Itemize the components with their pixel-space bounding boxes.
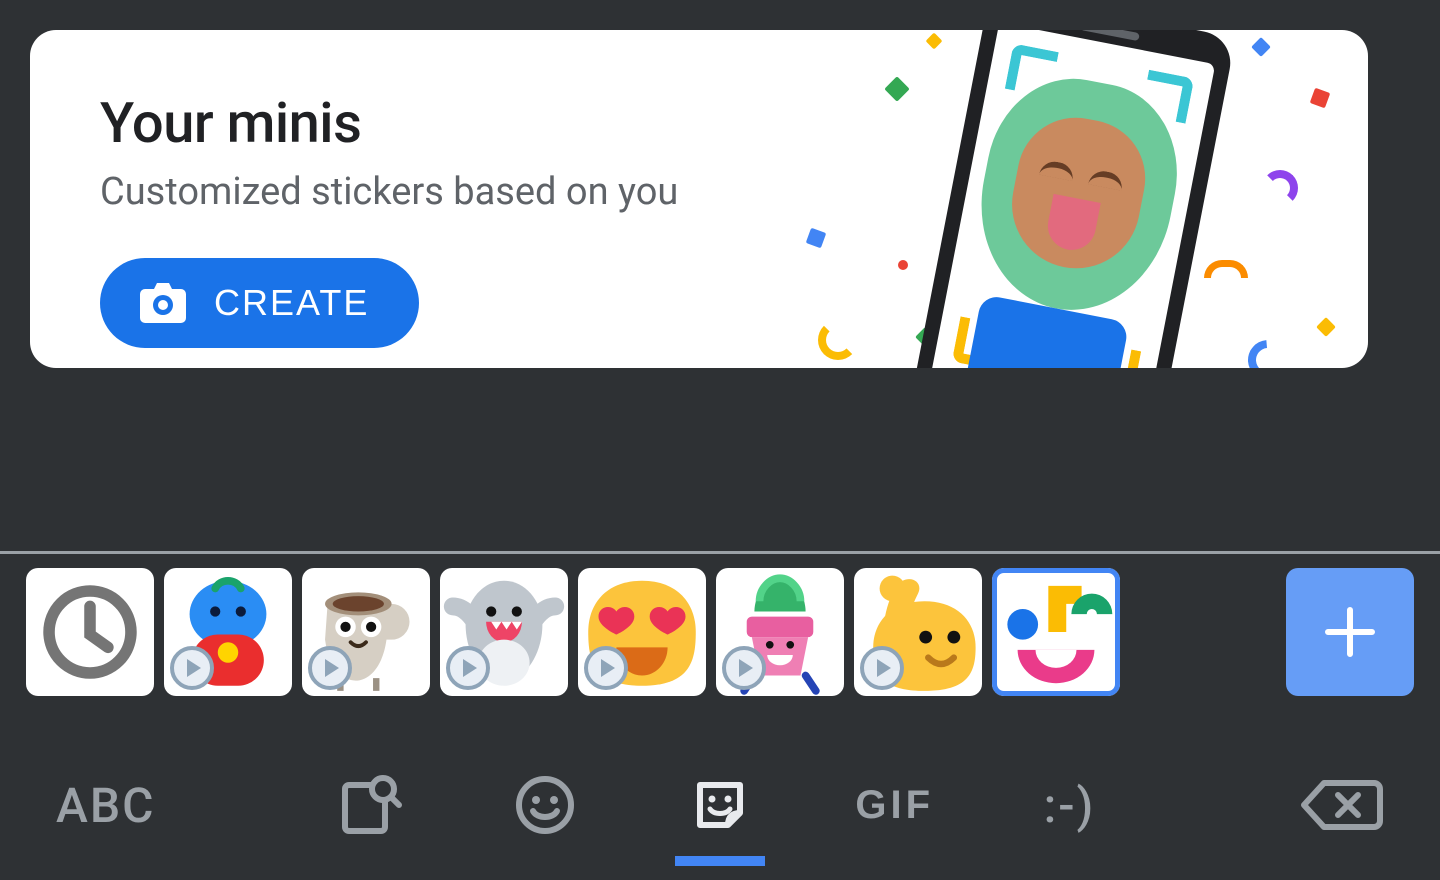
create-button[interactable]: CREATE	[100, 258, 419, 348]
promo-title: Your minis	[100, 90, 361, 156]
sticker-pack-love-blob[interactable]	[578, 568, 706, 696]
backspace-key[interactable]	[1157, 730, 1440, 880]
search-key[interactable]	[283, 730, 458, 880]
play-badge-icon	[722, 646, 766, 690]
sticker-pack-blue-bird[interactable]	[164, 568, 292, 696]
emoji-icon	[515, 775, 575, 835]
play-badge-icon	[584, 646, 628, 690]
sticker-tab[interactable]	[633, 730, 808, 880]
promo-subtitle: Customized stickers based on you	[100, 170, 678, 214]
search-doc-icon	[339, 773, 403, 837]
play-badge-icon	[308, 646, 352, 690]
sticker-pack-flex-blob[interactable]	[854, 568, 982, 696]
keyboard-category-row: ABC GIF	[0, 730, 1440, 880]
clock-icon	[26, 568, 154, 696]
sticker-pack-recent[interactable]	[26, 568, 154, 696]
keyboard-panel: ABC GIF	[0, 551, 1440, 880]
emoticon-tab[interactable]: :-)	[982, 730, 1157, 880]
minis-promo-card: Your minis Customized stickers based on …	[30, 30, 1368, 368]
gif-tab[interactable]: GIF	[807, 730, 982, 880]
promo-illustration	[778, 30, 1338, 368]
play-badge-icon	[170, 646, 214, 690]
sticker-pack-coffee[interactable]	[302, 568, 430, 696]
sticker-pack-plant[interactable]	[716, 568, 844, 696]
create-button-label: CREATE	[214, 282, 369, 324]
phone-illustration	[910, 30, 1236, 368]
plus-icon	[1322, 604, 1378, 660]
abc-label: ABC	[56, 777, 155, 834]
sticker-pack-row	[26, 568, 1414, 696]
gif-label: GIF	[855, 783, 934, 828]
sticker-icon	[690, 775, 750, 835]
sticker-pack-minis[interactable]	[992, 568, 1120, 696]
minis-logo-icon	[992, 568, 1120, 696]
emoticon-label: :-)	[1044, 777, 1096, 834]
abc-key[interactable]: ABC	[0, 730, 283, 880]
backspace-icon	[1300, 777, 1384, 833]
play-badge-icon	[860, 646, 904, 690]
add-sticker-pack-button[interactable]	[1286, 568, 1414, 696]
emoji-tab[interactable]	[458, 730, 633, 880]
sticker-pack-shark[interactable]	[440, 568, 568, 696]
play-badge-icon	[446, 646, 490, 690]
camera-icon	[140, 283, 186, 323]
